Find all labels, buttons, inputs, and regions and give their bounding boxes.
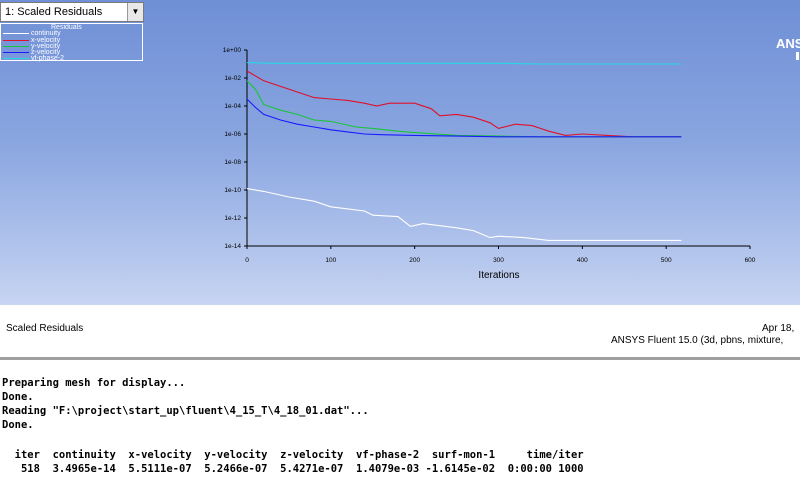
graphics-footer: Scaled Residuals Apr 18, ANSYS Fluent 15… <box>0 305 800 357</box>
footer-title: Scaled Residuals <box>6 323 84 334</box>
y-tick-label: 1e-02 <box>224 75 241 82</box>
series-line-continuity <box>246 188 682 241</box>
x-tick-label: 300 <box>493 257 504 264</box>
footer-product: ANSYS Fluent 15.0 (3d, pbns, mixture, <box>611 335 784 346</box>
x-tick-label: 500 <box>661 257 672 264</box>
series-line-y-velocity <box>246 80 682 138</box>
series-line-vf-phase-2 <box>246 62 682 65</box>
x-tick-label: 0 <box>245 257 249 264</box>
x-axis-label: Iterations <box>478 270 519 281</box>
graphics-window[interactable]: 1: Scaled Residuals ▼ Residuals continui… <box>0 0 800 357</box>
console-line: 518 3.4965e-14 5.5111e-07 5.2466e-07 5.4… <box>2 463 584 475</box>
residuals-plot: 1e+00 1e-02 1e-04 1e-06 1e-08 1e-10 1e-12 1e-14… <box>223 47 756 281</box>
plot-series <box>246 62 682 241</box>
y-tick-label: 1e+00 <box>223 47 242 54</box>
y-tick-label: 1e-14 <box>224 243 241 250</box>
console-output[interactable]: Preparing mesh for display... Done. Read… <box>0 360 800 495</box>
x-tick-label: 200 <box>409 257 420 264</box>
y-tick-label: 1e-06 <box>224 131 241 138</box>
series-line-z-velocity <box>246 98 682 138</box>
y-tick-label: 1e-04 <box>224 103 241 110</box>
x-tick-label: 400 <box>577 257 588 264</box>
x-tick-label: 100 <box>325 257 336 264</box>
plot-axes: 1e+00 1e-02 1e-04 1e-06 1e-08 1e-10 1e-12 1e-14… <box>223 47 756 264</box>
console-line: Done. <box>2 391 34 403</box>
console-line: iter continuity x-velocity y-velocity z-… <box>2 449 584 461</box>
console-line: Done. <box>2 419 34 431</box>
y-tick-label: 1e-12 <box>224 215 241 222</box>
footer-date: Apr 18, <box>762 323 795 334</box>
console-line: Reading "F:\project\start_up\fluent\4_15… <box>2 405 369 417</box>
console-line: Preparing mesh for display... <box>2 377 186 389</box>
y-tick-label: 1e-08 <box>224 159 241 166</box>
x-tick-label: 600 <box>745 257 756 264</box>
y-tick-label: 1e-10 <box>224 187 241 194</box>
